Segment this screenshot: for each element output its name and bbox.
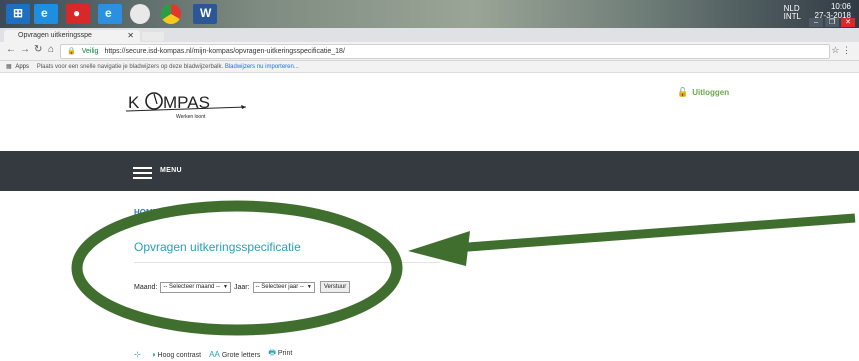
close-icon[interactable]: ✕ bbox=[841, 18, 855, 27]
pointer-arrow-shaft bbox=[454, 213, 856, 253]
window-controls: – ❐ ✕ bbox=[809, 18, 855, 28]
back-icon[interactable]: ← bbox=[6, 44, 16, 55]
breadcrumb-home[interactable]: HOME bbox=[134, 208, 158, 217]
word-icon[interactable]: W bbox=[193, 4, 217, 24]
year-select[interactable]: -- Selecteer jaar -- ▼ bbox=[252, 281, 315, 293]
tab-strip: Opvragen uitkeringsspe ✕ bbox=[0, 28, 859, 42]
contrast-icon: ◑ bbox=[150, 349, 156, 359]
specification-form: Maand: -- Selecteer maand -- ▼ Jaar: -- S… bbox=[134, 281, 351, 293]
title-divider bbox=[134, 262, 440, 263]
chevron-down-icon: ▼ bbox=[306, 284, 312, 290]
tab-close-icon[interactable]: ✕ bbox=[127, 30, 134, 42]
reload-icon[interactable]: ↻ bbox=[34, 44, 42, 55]
browser-tab[interactable]: Opvragen uitkeringsspe ✕ bbox=[4, 30, 140, 42]
main-menu-bar: MENU bbox=[0, 151, 859, 191]
breadcrumb-current: Opv bbox=[166, 208, 182, 217]
windows-start-icon[interactable]: ⊞ bbox=[6, 4, 30, 24]
print-icon: 🖶 bbox=[268, 348, 276, 357]
minimize-icon[interactable]: – bbox=[809, 18, 823, 27]
unlock-icon: 🔓 bbox=[677, 87, 689, 97]
pinned-app-icon[interactable]: ● bbox=[66, 4, 90, 24]
menu-label[interactable]: MENU bbox=[160, 167, 182, 174]
kompas-logo[interactable]: K MPAS Werken loont bbox=[124, 86, 254, 120]
pointer-arrow-head bbox=[408, 231, 470, 266]
windows-taskbar: ⊞ e ● e W NLD INTL 10:06 27-3-2018 – ❐ ✕ bbox=[0, 0, 859, 28]
internet-explorer-icon[interactable]: e bbox=[34, 4, 58, 24]
logout-link[interactable]: 🔓 Uitloggen bbox=[677, 87, 729, 98]
logo-k: K bbox=[128, 93, 140, 112]
breadcrumb: HOME | Opv bbox=[134, 208, 182, 217]
hamburger-icon[interactable] bbox=[133, 167, 152, 179]
accessibility-tools: ⊹ ◑ Hoog contrast AA Grote letters 🖶 Print bbox=[134, 347, 292, 361]
forward-icon[interactable]: → bbox=[20, 44, 30, 55]
url-input[interactable]: 🔒 Veilig https://secure.isd-kompas.nl/mijn… bbox=[60, 44, 830, 59]
home-icon[interactable]: ⌂ bbox=[48, 44, 54, 55]
internet-explorer-icon[interactable]: e bbox=[98, 4, 122, 24]
high-contrast-toggle[interactable]: ◑ Hoog contrast bbox=[151, 350, 201, 359]
text-size-icon: AA bbox=[209, 349, 220, 359]
language-indicator[interactable]: NLD INTL bbox=[784, 5, 801, 21]
new-tab-button[interactable] bbox=[142, 32, 164, 41]
print-button[interactable]: 🖶 Print bbox=[268, 347, 292, 361]
chevron-down-icon: ▼ bbox=[223, 284, 228, 290]
sitemap-icon[interactable]: ⊹ bbox=[134, 350, 141, 359]
year-label: Jaar: bbox=[234, 283, 250, 291]
large-text-toggle[interactable]: AA Grote letters bbox=[209, 350, 260, 359]
lock-icon: 🔒 bbox=[67, 48, 76, 55]
highlight-ellipse bbox=[71, 200, 403, 336]
bookmarks-bar: ▦ Apps Plaats voor een snelle navigatie … bbox=[0, 61, 859, 73]
circle-app-icon[interactable] bbox=[130, 4, 150, 24]
star-icon[interactable]: ☆ ⋮ bbox=[831, 45, 851, 56]
chrome-icon[interactable] bbox=[161, 4, 181, 24]
month-label: Maand: bbox=[134, 283, 158, 291]
page-title: Opvragen uitkeringsspecificatie bbox=[134, 240, 301, 254]
logo-subtitle: Werken loont bbox=[176, 114, 206, 120]
submit-button[interactable]: Verstuur bbox=[319, 281, 351, 293]
address-bar: ← → ↻ ⌂ 🔒 Veilig https://secure.isd-kompas… bbox=[0, 42, 859, 61]
restore-icon[interactable]: ❐ bbox=[825, 18, 839, 27]
apps-icon[interactable]: ▦ bbox=[6, 64, 12, 70]
month-select[interactable]: -- Selecteer maand -- ▼ bbox=[160, 281, 231, 293]
